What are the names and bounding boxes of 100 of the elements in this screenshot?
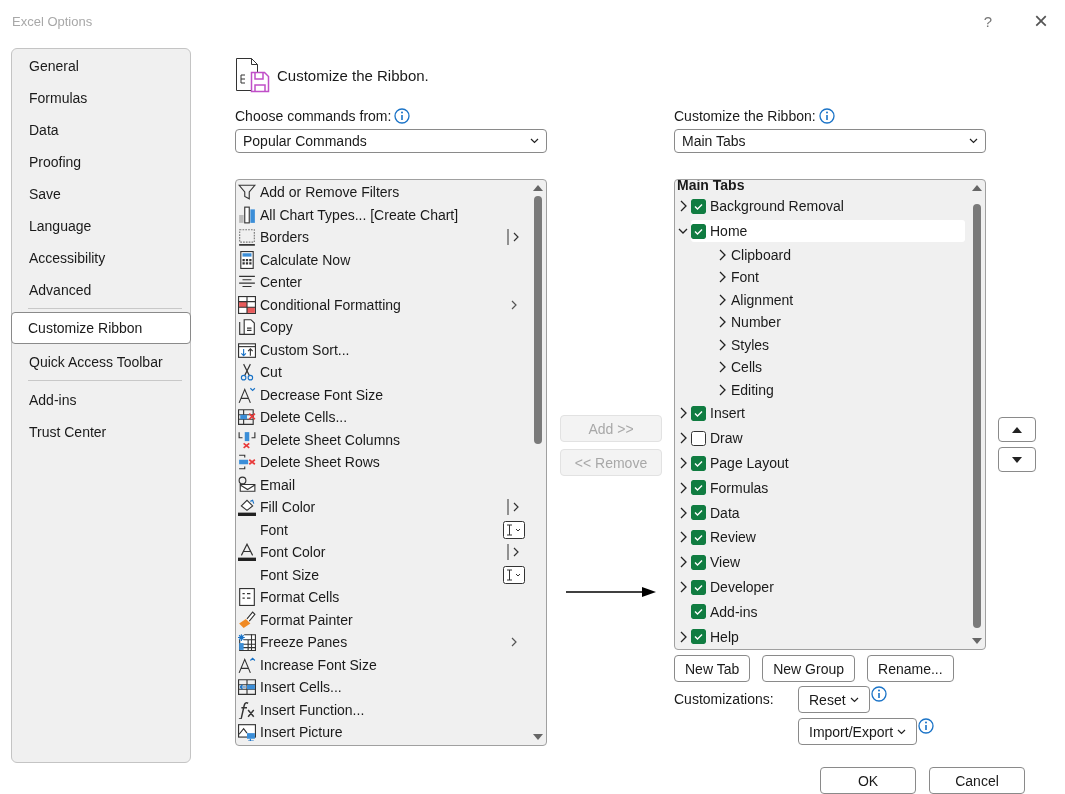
tree-item-label[interactable]: Insert [709, 403, 749, 424]
dialog-button[interactable]: Cancel [929, 767, 1025, 794]
expand-chevron[interactable] [717, 271, 727, 284]
expand-chevron[interactable] [717, 293, 727, 306]
tree-item-label[interactable]: Number [730, 312, 785, 333]
list-item[interactable]: Calculate Now [236, 248, 530, 271]
expand-chevron[interactable] [678, 506, 688, 519]
scroll-down-icon[interactable] [972, 637, 982, 645]
list-item[interactable]: Format Painter [236, 608, 530, 631]
tree-item-label[interactable]: Developer [709, 577, 778, 598]
expand-chevron[interactable] [717, 338, 727, 351]
expand-chevron[interactable] [717, 248, 727, 261]
tree-item-label[interactable]: Styles [730, 334, 774, 355]
list-item[interactable]: All Chart Types... [Create Chart] [236, 203, 530, 226]
info-icon[interactable] [918, 718, 935, 734]
expand-chevron[interactable] [717, 316, 727, 329]
expand-chevron[interactable] [717, 361, 727, 374]
tree-item-label[interactable]: Page Layout [709, 453, 793, 474]
list-item[interactable]: Fill Color [236, 496, 530, 519]
tree-item-label[interactable]: Data [709, 502, 744, 523]
tree-item-label[interactable]: Draw [709, 428, 747, 449]
checkbox[interactable] [691, 629, 706, 645]
checkbox[interactable] [691, 480, 706, 496]
list-item[interactable]: Font [236, 518, 530, 541]
tree-item-label[interactable]: Editing [730, 379, 778, 400]
sidebar-item[interactable]: Advanced [12, 274, 190, 306]
list-item[interactable]: Delete Cells... [236, 406, 530, 429]
selected-row[interactable]: Home [691, 220, 965, 243]
expand-chevron[interactable] [678, 630, 688, 643]
sidebar-item[interactable]: Formulas [12, 82, 190, 114]
checkbox[interactable] [691, 529, 706, 545]
tree-item-label[interactable]: Background Removal [709, 196, 848, 217]
checkbox[interactable] [691, 579, 706, 595]
expand-chevron[interactable] [678, 457, 688, 470]
tree-item-label[interactable]: Cells [730, 357, 767, 378]
list-item[interactable]: Custom Sort... [236, 338, 530, 361]
sidebar-item[interactable]: Save [12, 178, 190, 210]
list-item[interactable]: Center [236, 271, 530, 294]
checkbox[interactable] [691, 554, 706, 570]
list-item[interactable]: Conditional Formatting [236, 293, 530, 316]
checkbox[interactable] [691, 198, 706, 214]
expand-chevron[interactable] [678, 481, 688, 494]
tree-item-label[interactable]: Alignment [730, 289, 798, 310]
sidebar-item[interactable]: Language [12, 210, 190, 242]
tree-item-label[interactable]: Add-ins [709, 601, 762, 622]
sidebar-item[interactable]: Quick Access Toolbar [12, 346, 190, 378]
list-item[interactable]: Add or Remove Filters [236, 181, 530, 204]
list-item[interactable]: Insert Cells... [236, 676, 530, 699]
scrollbar-thumb[interactable] [534, 196, 542, 444]
list-item[interactable]: Freeze Panes [236, 631, 530, 654]
list-item[interactable]: Insert Function... [236, 698, 530, 721]
expand-chevron[interactable] [678, 407, 688, 420]
expand-chevron[interactable] [678, 432, 688, 445]
list-item[interactable]: Copy [236, 316, 530, 339]
tree-item-label[interactable]: Font [730, 267, 763, 288]
dialog-button[interactable]: OK [820, 767, 916, 794]
sidebar-item[interactable]: Proofing [12, 146, 190, 178]
expand-chevron[interactable] [678, 531, 688, 544]
tree-item-label[interactable]: Review [709, 527, 760, 548]
checkbox[interactable] [691, 455, 706, 471]
sidebar-item[interactable]: Data [12, 114, 190, 146]
help-button[interactable]: ? [959, 12, 1017, 30]
info-icon[interactable] [870, 686, 887, 702]
reset-button[interactable]: Reset [798, 686, 870, 713]
tree-item-label[interactable]: Clipboard [730, 244, 795, 265]
list-item[interactable]: Email [236, 473, 530, 496]
chevron-right-icon[interactable] [509, 636, 519, 649]
ribbon-dropdown[interactable]: Main Tabs [674, 129, 986, 153]
move-down-button[interactable] [998, 447, 1036, 472]
ribbon-button[interactable]: New Tab [674, 655, 751, 682]
tree-item-label[interactable]: Formulas [709, 477, 773, 498]
ribbon-button[interactable]: New Group [762, 655, 856, 682]
list-item[interactable]: Insert Picture [236, 721, 530, 744]
info-icon[interactable] [818, 108, 835, 124]
ribbon-button[interactable]: Rename... [867, 655, 954, 682]
sidebar-item[interactable]: Accessibility [12, 242, 190, 274]
sidebar-item[interactable]: Trust Center [12, 416, 190, 448]
checkbox[interactable] [691, 223, 706, 239]
list-item[interactable]: Decrease Font Size [236, 383, 530, 406]
scroll-up-icon[interactable] [972, 184, 982, 192]
expand-chevron[interactable] [678, 200, 688, 213]
list-item[interactable]: Cut [236, 361, 530, 384]
list-item[interactable]: Delete Sheet Columns [236, 428, 530, 451]
expand-chevron[interactable] [678, 556, 688, 569]
import-export-button[interactable]: Import/Export [798, 718, 918, 745]
expand-chevron[interactable] [717, 383, 727, 396]
list-item[interactable]: Delete Sheet Rows [236, 451, 530, 474]
chevron-right-icon[interactable] [509, 298, 519, 311]
tree-item-label[interactable]: Help [709, 626, 743, 647]
close-button[interactable]: × [1017, 7, 1065, 35]
list-item[interactable]: Borders [236, 226, 530, 249]
list-item[interactable]: Font Color [236, 541, 530, 564]
scroll-up-icon[interactable] [533, 184, 543, 192]
tree-item-label[interactable]: View [709, 552, 745, 573]
expand-chevron[interactable] [678, 581, 688, 594]
sidebar-item[interactable]: General [12, 50, 190, 82]
checkbox[interactable] [691, 430, 706, 446]
sidebar-item[interactable]: Add-ins [12, 384, 190, 416]
list-item[interactable]: Format Cells [236, 586, 530, 609]
checkbox[interactable] [691, 505, 706, 521]
